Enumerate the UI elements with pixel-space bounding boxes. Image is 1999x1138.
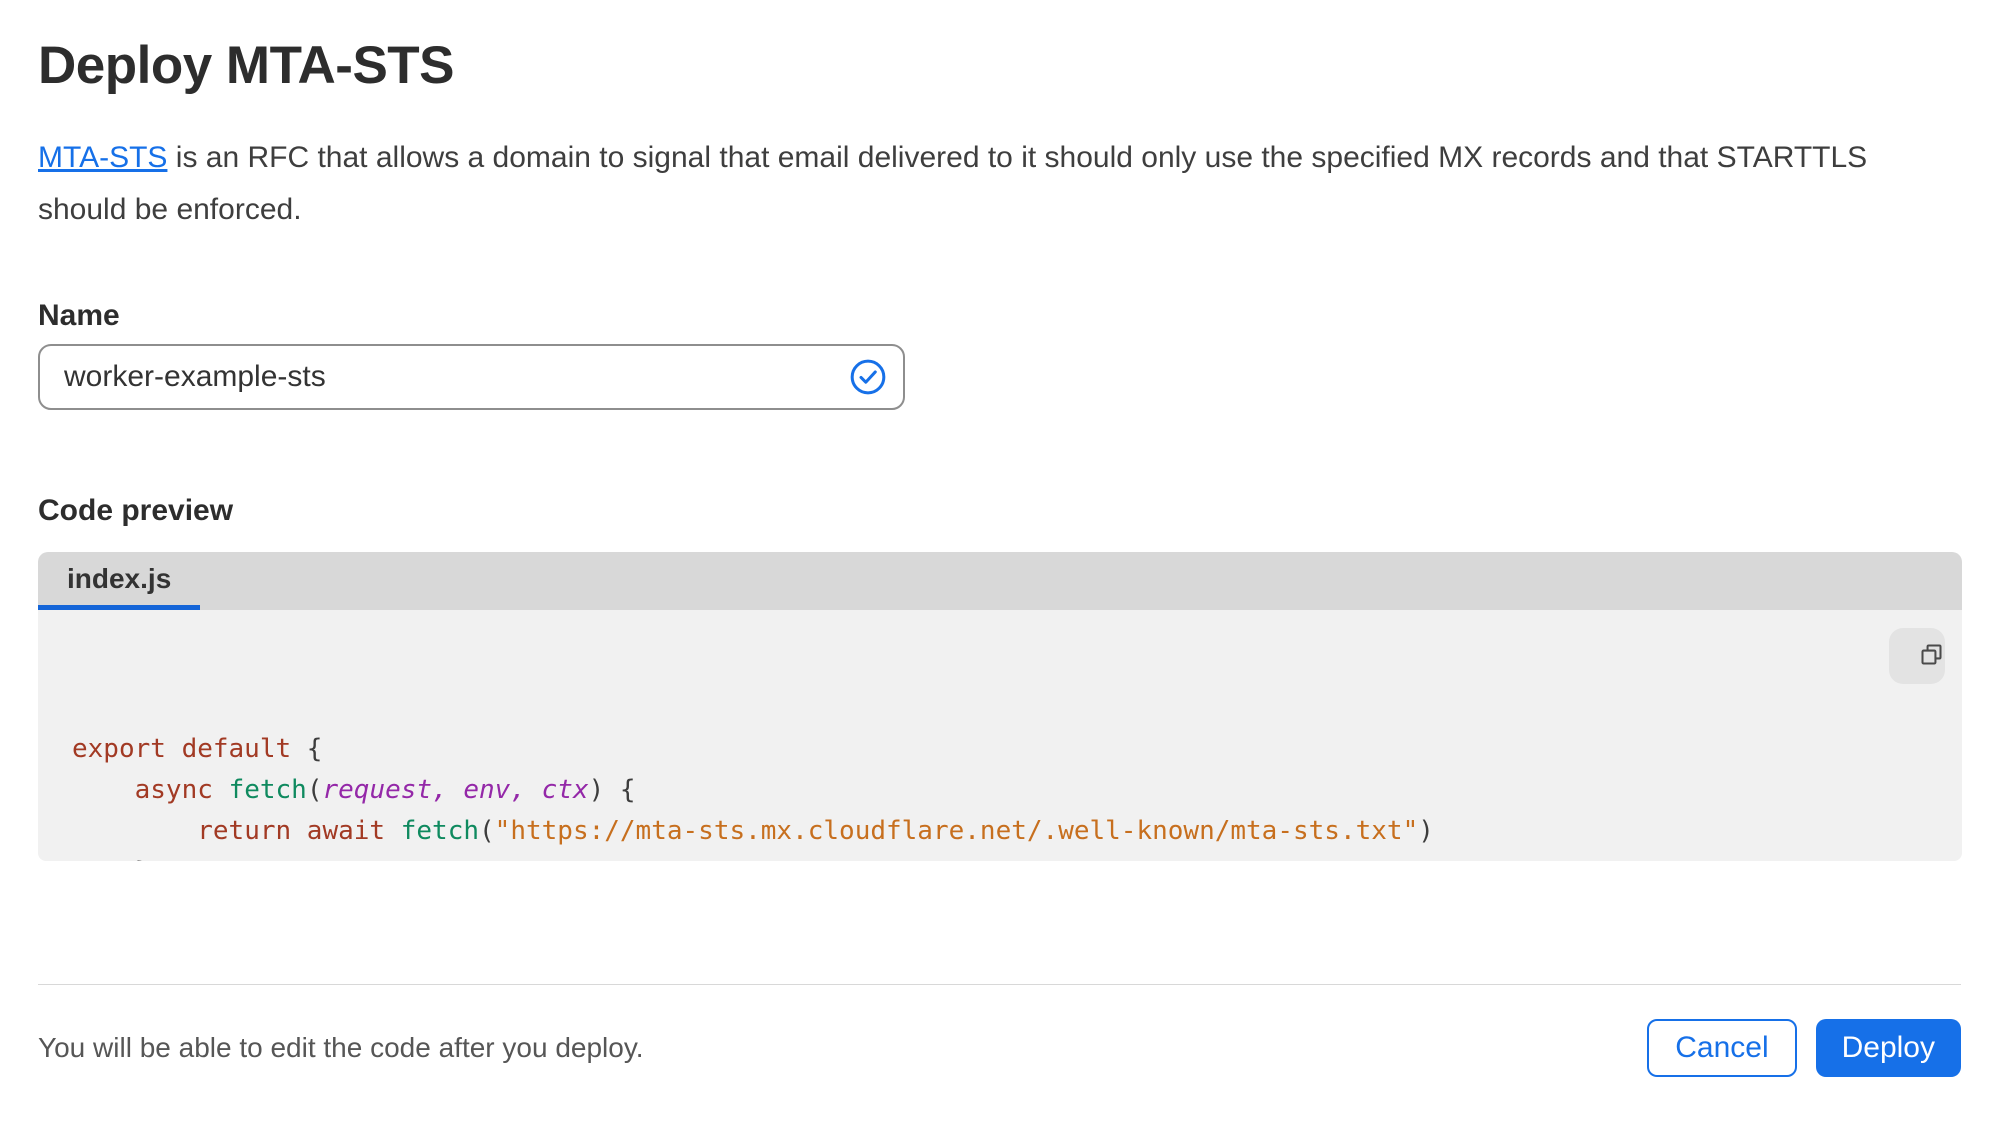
- code-preview-label: Code preview: [38, 494, 234, 527]
- code-block: export default { async fetch(request, en…: [38, 610, 1962, 861]
- name-label: Name: [38, 299, 120, 332]
- code-lines: export default { async fetch(request, en…: [72, 729, 1872, 861]
- footer-actions: Cancel Deploy: [1647, 1019, 1961, 1077]
- tab-index-js[interactable]: index.js: [38, 552, 201, 610]
- cancel-button[interactable]: Cancel: [1647, 1019, 1797, 1077]
- code-line: export default {: [72, 734, 323, 764]
- copy-icon: [1889, 626, 1946, 686]
- code-line: return await fetch("https://mta-sts.mx.c…: [197, 816, 1434, 846]
- mta-sts-link[interactable]: MTA-STS: [38, 141, 167, 174]
- footer-divider: [38, 984, 1961, 985]
- deploy-button[interactable]: Deploy: [1815, 1019, 1961, 1077]
- code-line: async fetch(request, env, ctx) {: [134, 775, 636, 805]
- copy-button[interactable]: [1889, 628, 1945, 684]
- code-tab-bar: index.js: [38, 552, 1962, 610]
- name-input-wrap: [38, 344, 905, 410]
- check-circle-icon: [849, 358, 887, 396]
- footer: You will be able to edit the code after …: [38, 1019, 1961, 1077]
- footer-note: You will be able to edit the code after …: [38, 1032, 644, 1063]
- description-text: is an RFC that allows a domain to signal…: [38, 141, 1868, 226]
- name-input[interactable]: [38, 344, 905, 410]
- code-line: },: [72, 852, 1872, 861]
- code-preview-card: index.js export default { async fetch(re…: [38, 552, 1962, 861]
- description: MTA-STS is an RFC that allows a domain t…: [38, 132, 1961, 236]
- page-title: Deploy MTA-STS: [38, 36, 455, 95]
